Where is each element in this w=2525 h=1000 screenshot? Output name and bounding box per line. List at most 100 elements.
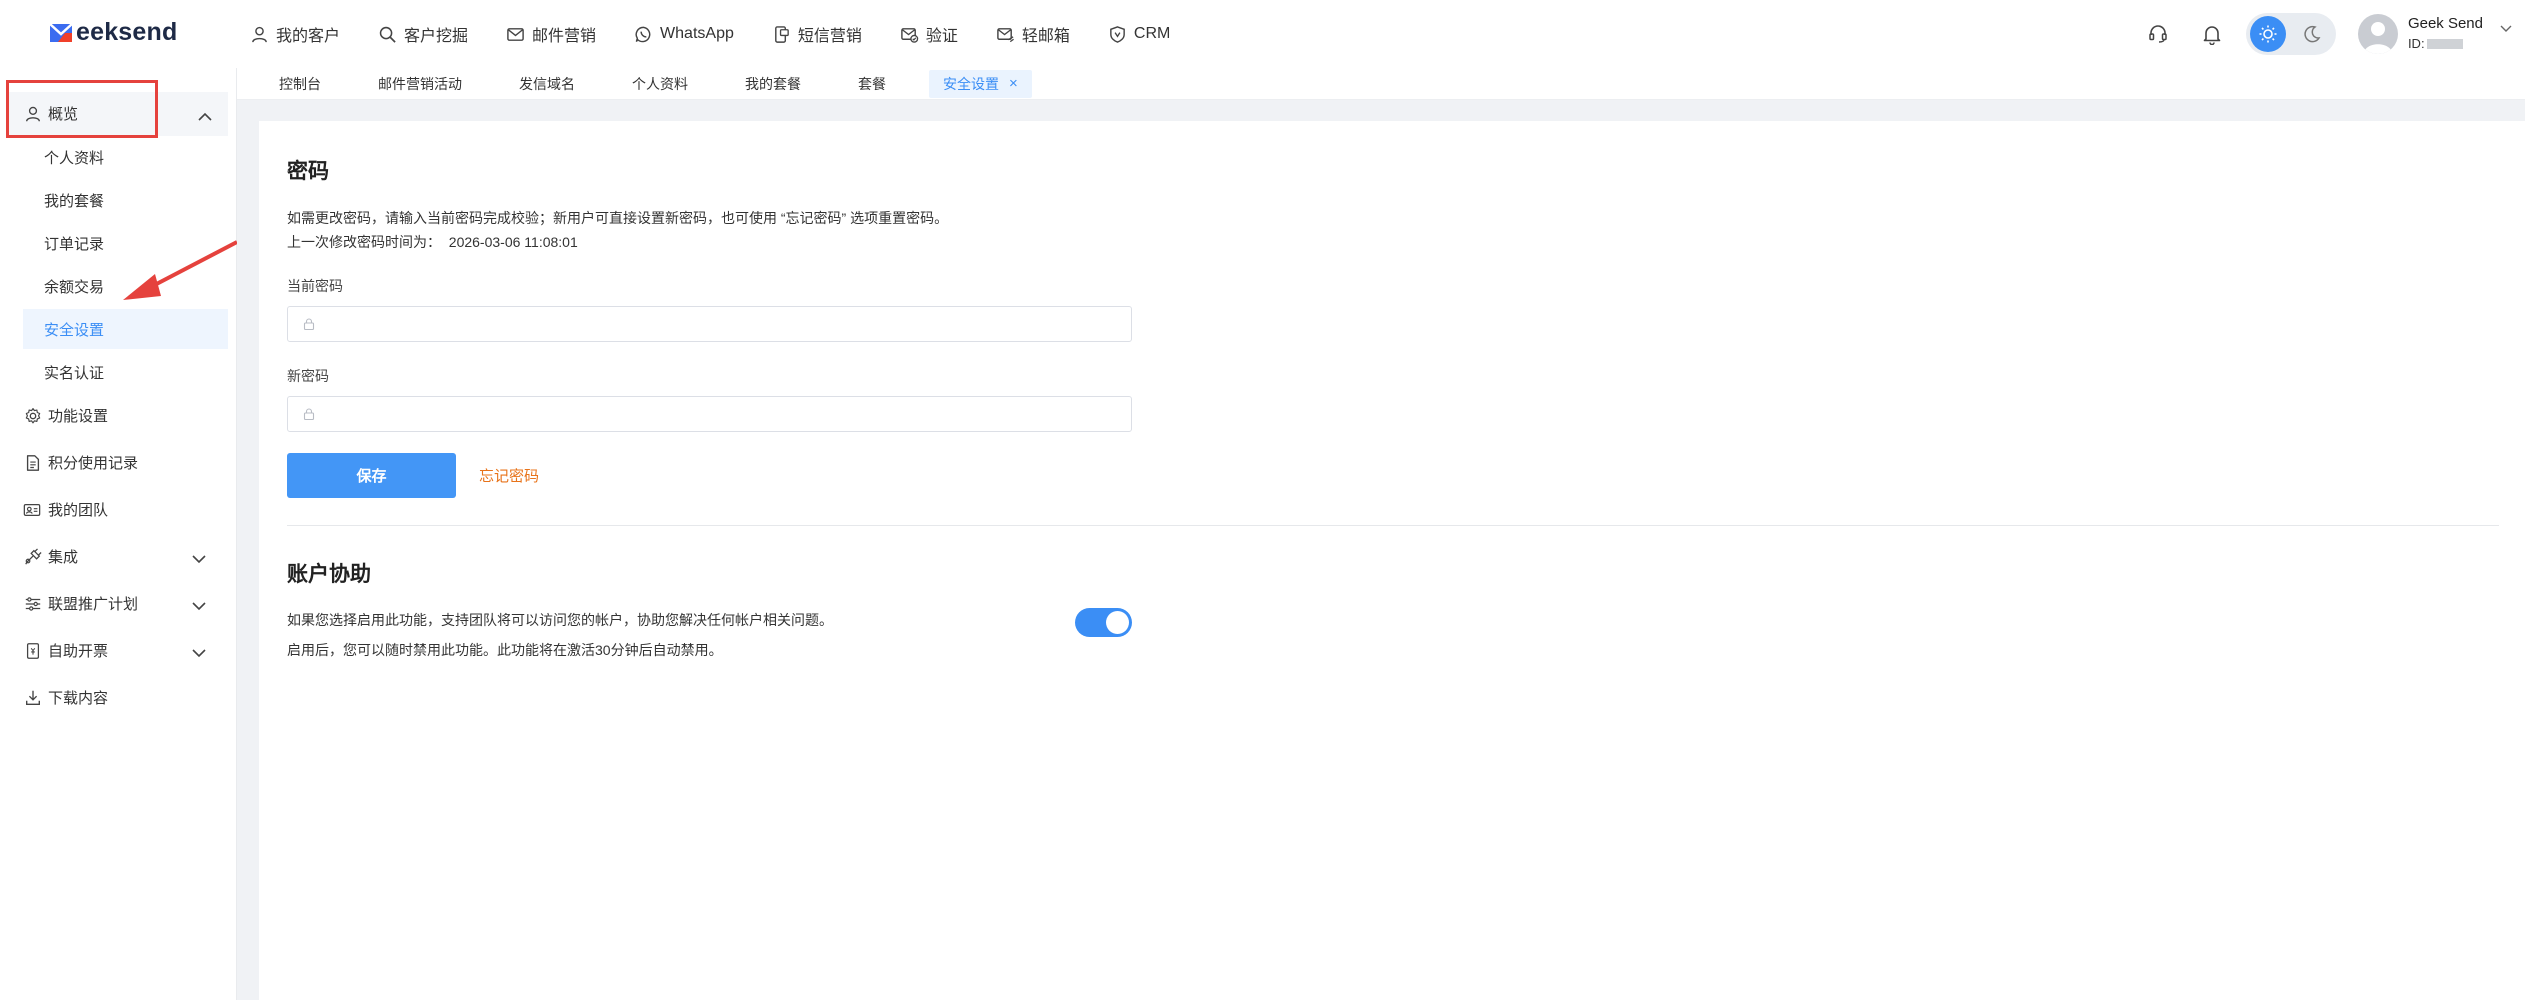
document-icon <box>23 453 42 472</box>
tab-profile[interactable]: 个人资料 <box>618 70 702 98</box>
password-section-title: 密码 <box>287 160 329 183</box>
nav-whatsapp[interactable]: WhatsApp <box>634 25 734 44</box>
user-name: Geek Send <box>2407 15 2483 32</box>
nav-label: 轻邮箱 <box>1021 28 1070 45</box>
password-last-changed: 上一次修改密码时间为： 2026-03-06 11:08:01 <box>287 232 578 252</box>
sidebar-sub-security[interactable]: 安全设置 <box>44 319 104 340</box>
sidebar-item-feature-settings[interactable]: 功能设置 <box>23 405 108 426</box>
account-assist-desc-1: 如果您选择启用此功能，支持团队将可以访问您的帐户，协助您解决任何帐户相关问题。 <box>287 612 833 628</box>
new-password-input[interactable] <box>324 397 1131 431</box>
tab-email-campaigns[interactable]: 邮件营销活动 <box>364 70 476 98</box>
bell-icon[interactable] <box>2200 22 2224 46</box>
nav-label: 邮件营销 <box>532 28 597 45</box>
id-card-icon <box>21 500 42 519</box>
section-divider <box>287 525 2499 526</box>
avatar <box>2357 14 2398 54</box>
sidebar-item-invoicing[interactable]: 自助开票 <box>23 640 108 661</box>
nav-email-marketing[interactable]: 邮件营销 <box>506 22 596 46</box>
sidebar-item-integrations[interactable]: 集成 <box>23 546 78 567</box>
last-changed-time: 2026-03-06 11:08:01 <box>448 234 578 250</box>
logo[interactable]: eeksend <box>48 18 177 47</box>
security-card <box>259 121 2525 1000</box>
lock-icon <box>303 318 315 331</box>
sidebar-item-points-log[interactable]: 积分使用记录 <box>23 452 138 473</box>
top-nav: 我的客户 客户挖掘 邮件营销 WhatsApp 短信营销 验证 轻邮箱 CRM <box>250 0 1208 68</box>
plug-icon <box>23 547 42 566</box>
sun-icon <box>2259 25 2277 43</box>
tab-sending-domains[interactable]: 发信域名 <box>505 70 589 98</box>
new-password-field[interactable] <box>287 396 1132 432</box>
sidebar: 概览 个人资料 我的套餐 订单记录 余额交易 安全设置 实名认证 功能设置 积分… <box>0 68 237 1000</box>
whatsapp-icon <box>635 26 651 42</box>
sidebar-sub-profile[interactable]: 个人资料 <box>44 147 104 168</box>
top-header: eeksend 我的客户 客户挖掘 邮件营销 WhatsApp 短信营销 验证 <box>0 0 2525 68</box>
light-mode-button[interactable] <box>2249 16 2286 52</box>
support-icon[interactable] <box>2146 22 2170 46</box>
nav-label: WhatsApp <box>660 25 734 42</box>
account-assist-toggle[interactable] <box>1075 608 1132 637</box>
sms-icon <box>774 25 789 43</box>
user-id-masked <box>2426 39 2463 49</box>
nav-light-mailbox[interactable]: 轻邮箱 <box>996 22 1070 46</box>
logo-text: eeksend <box>76 18 178 46</box>
sidebar-sub-my-plan[interactable]: 我的套餐 <box>44 190 104 211</box>
user-icon <box>252 26 267 42</box>
sidebar-item-my-team[interactable]: 我的团队 <box>21 499 108 520</box>
forgot-password-link[interactable]: 忘记密码 <box>479 465 539 486</box>
nav-sms-marketing[interactable]: 短信营销 <box>772 22 862 46</box>
sidebar-item-downloads[interactable]: 下载内容 <box>23 687 108 708</box>
account-assist-desc-2: 启用后，您可以随时禁用此功能。此功能将在激活30分钟后自动禁用。 <box>287 642 723 658</box>
dark-mode-button[interactable] <box>2294 16 2330 52</box>
sidebar-sub-real-name[interactable]: 实名认证 <box>44 362 104 383</box>
tab-plans[interactable]: 套餐 <box>844 70 900 98</box>
tab-my-plan[interactable]: 我的套餐 <box>731 70 815 98</box>
user-id: ID: <box>2408 34 2483 54</box>
password-description: 如需更改密码，请输入当前密码完成校验；新用户可直接设置新密码，也可使用 “忘记密… <box>287 210 949 226</box>
toggle-knob <box>1106 611 1129 634</box>
chevron-down-icon[interactable] <box>190 550 208 568</box>
sidebar-sub-balance[interactable]: 余额交易 <box>44 276 104 297</box>
save-button[interactable]: 保存 <box>287 453 456 498</box>
chevron-up-icon[interactable] <box>196 108 214 126</box>
last-changed-label: 上一次修改密码时间为： <box>287 234 441 250</box>
sidebar-sub-orders[interactable]: 订单记录 <box>44 233 104 254</box>
current-password-label: 当前密码 <box>287 278 343 294</box>
invoice-icon <box>23 641 42 660</box>
chevron-down-icon[interactable] <box>190 644 208 662</box>
new-password-label: 新密码 <box>287 368 329 384</box>
current-password-input[interactable] <box>324 307 1131 341</box>
annotation-arrow-icon <box>123 240 238 300</box>
nav-label: 客户挖掘 <box>404 28 469 45</box>
tab-console[interactable]: 控制台 <box>265 70 335 98</box>
chevron-down-icon[interactable] <box>190 597 208 615</box>
lock-icon <box>303 408 315 421</box>
moon-icon <box>2304 25 2321 43</box>
theme-switch <box>2245 13 2336 55</box>
nav-label: 验证 <box>925 28 958 45</box>
current-password-field[interactable] <box>287 306 1132 342</box>
light-mail-icon <box>997 27 1014 42</box>
download-icon <box>23 688 42 707</box>
nav-customer-mining[interactable]: 客户挖掘 <box>378 22 468 46</box>
tab-security-settings[interactable]: 安全设置 × <box>929 69 1032 98</box>
nav-label: CRM <box>1133 25 1171 42</box>
page-tabs: 控制台 邮件营销活动 发信域名 个人资料 我的套餐 套餐 安全设置 × <box>237 68 2525 100</box>
chevron-down-icon <box>2500 25 2512 32</box>
gear-icon <box>23 406 42 425</box>
nav-label: 短信营销 <box>797 28 862 45</box>
nav-my-customers[interactable]: 我的客户 <box>250 22 340 46</box>
sidebar-item-affiliate[interactable]: 联盟推广计划 <box>23 593 138 614</box>
nav-label: 我的客户 <box>276 28 341 45</box>
verify-icon <box>901 27 919 43</box>
annotation-highlight-box <box>6 80 158 138</box>
header-actions: Geek Send ID: <box>2146 0 2525 68</box>
logo-icon <box>49 22 73 42</box>
user-menu[interactable]: Geek Send ID: <box>2357 14 2513 54</box>
sliders-icon <box>23 594 42 613</box>
mail-icon <box>507 27 524 41</box>
close-icon[interactable]: × <box>1009 70 1018 98</box>
nav-crm[interactable]: CRM <box>1108 25 1170 44</box>
account-assist-title: 账户协助 <box>287 563 371 586</box>
nav-verify[interactable]: 验证 <box>900 22 958 46</box>
search-icon <box>379 26 396 43</box>
